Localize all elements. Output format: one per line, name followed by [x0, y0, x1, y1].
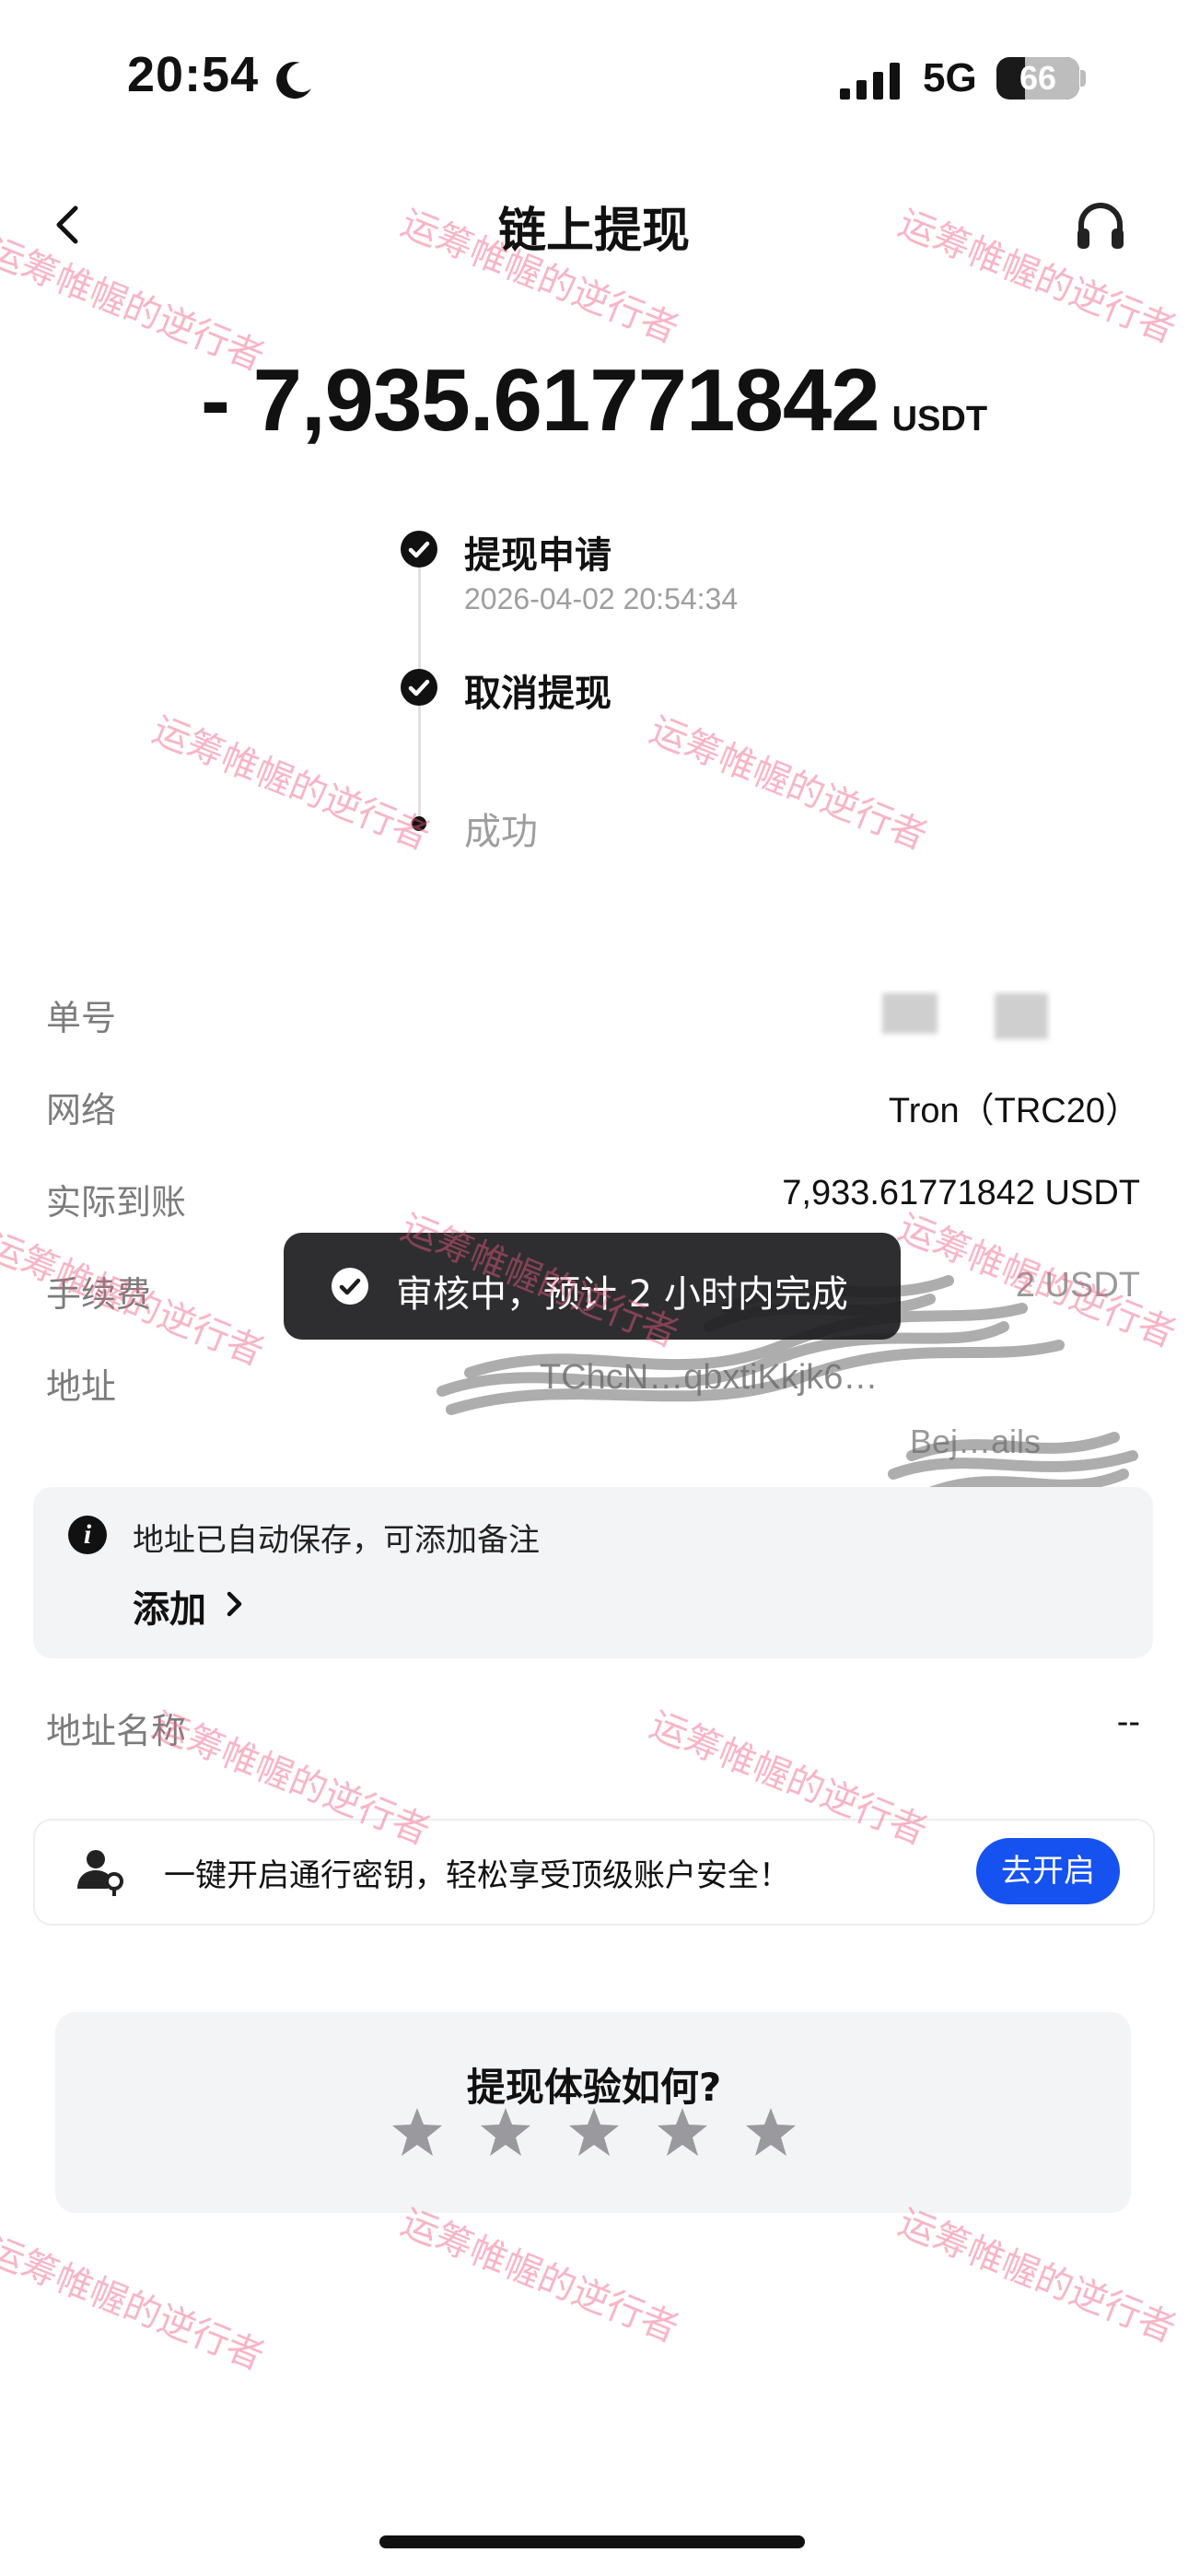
address-saved-text: 地址已自动保存，可添加备注 — [133, 1522, 540, 1559]
redacted-order-no — [995, 993, 1048, 1039]
amount-row: - 7,935.61771842 USDT — [0, 350, 1188, 451]
address-saved-card — [33, 1487, 1153, 1658]
user-key-icon — [77, 1850, 123, 1896]
network-label: 网络 — [46, 1090, 117, 1130]
address-name-label: 地址名称 — [46, 1711, 187, 1751]
amount-unit: USDT — [891, 400, 988, 439]
battery-percent: 66 — [1019, 59, 1057, 97]
home-indicator[interactable] — [379, 2535, 805, 2548]
watermark: 运筹帷幄的逆行者 — [395, 2201, 684, 2351]
watermark: 运筹帷幄的逆行者 — [892, 2201, 1182, 2351]
check-circle-icon — [332, 1268, 368, 1305]
page-title: 链上提现 — [497, 204, 690, 259]
info-icon: i — [68, 1516, 107, 1554]
star-icon-4[interactable] — [656, 2106, 709, 2158]
received-value: 7,933.61771842 USDT — [782, 1174, 1140, 1212]
battery-cap — [1080, 70, 1086, 87]
network-type: 5G — [923, 55, 977, 100]
battery-icon: 66 — [996, 57, 1079, 100]
network-value: Tron（TRC20） — [888, 1092, 1140, 1130]
star-icon-1[interactable] — [390, 2106, 444, 2158]
headphones-icon[interactable] — [1074, 199, 1127, 252]
watermark: 运筹帷幄的逆行者 — [146, 708, 436, 859]
check-circle-icon — [401, 669, 437, 706]
rating-title: 提现体验如何? — [466, 2065, 722, 2110]
star-icon-5[interactable] — [744, 2106, 798, 2158]
star-icon-2[interactable] — [479, 2106, 532, 2158]
amount-value: - 7,935.61771842 — [200, 351, 880, 450]
watermark: 运筹帷幄的逆行者 — [644, 708, 933, 859]
timeline-step-cancel: 取消提现 — [464, 673, 611, 715]
redacted-order-no — [882, 993, 938, 1034]
toast-message: 审核中，预计 2 小时内完成 — [396, 1273, 848, 1316]
timeline-step-apply: 提现申请 — [464, 534, 611, 577]
passkey-text: 一键开启通行密钥，轻松享受顶级账户安全！ — [164, 1857, 790, 1894]
watermark: 运筹帷幄的逆行者 — [0, 2229, 270, 2379]
address-name-value: -- — [1116, 1703, 1140, 1741]
timeline-pending-dot — [412, 816, 426, 831]
fee-label: 手续费 — [46, 1274, 152, 1315]
moon-icon — [276, 62, 311, 100]
status-time: 20:54 — [127, 47, 260, 102]
chevron-right-icon[interactable] — [225, 1588, 245, 1620]
address-label: 地址 — [46, 1366, 117, 1407]
star-icon-3[interactable] — [567, 2106, 621, 2158]
check-circle-icon — [401, 531, 437, 568]
received-label: 实际到账 — [46, 1182, 187, 1223]
signal-icon — [840, 63, 900, 100]
add-note-link[interactable]: 添加 — [133, 1579, 206, 1633]
enable-passkey-button[interactable]: 去开启 — [976, 1838, 1120, 1904]
order-no-label: 单号 — [46, 998, 117, 1038]
timeline-step-success: 成功 — [464, 811, 538, 853]
timeline-step-apply-time: 2026-04-02 20:54:34 — [464, 582, 739, 615]
